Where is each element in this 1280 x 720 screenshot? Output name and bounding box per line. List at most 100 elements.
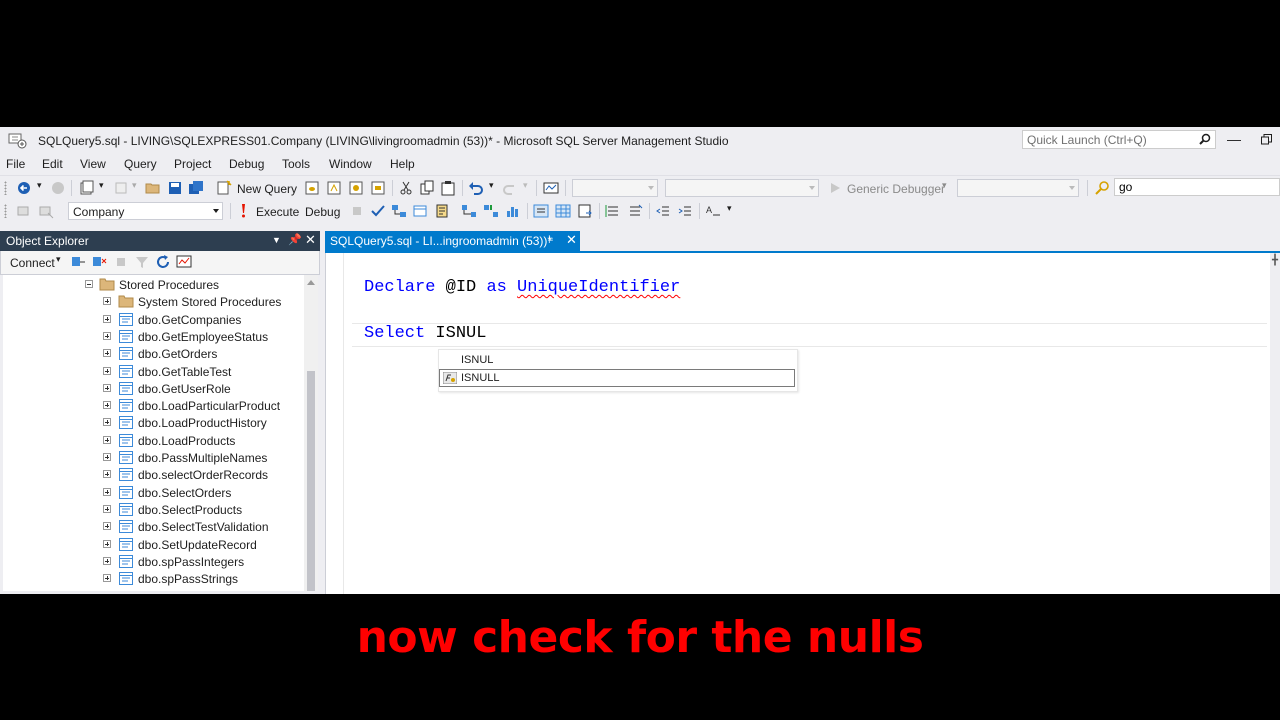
debugger-selector[interactable]: Generic Debugger [847, 182, 945, 196]
tree-node-procedure[interactable]: dbo.spPassIntegers [3, 553, 303, 570]
redo-dropdown-icon[interactable]: ▾ [523, 180, 528, 191]
cut-icon[interactable] [398, 180, 414, 196]
split-view-icon[interactable]: ╋ [1272, 255, 1278, 266]
collapse-icon[interactable] [85, 280, 93, 288]
expand-icon[interactable] [103, 556, 111, 565]
connect-explorer-icon[interactable] [70, 254, 86, 270]
code-line-1[interactable]: Declare @ID as UniqueIdentifier [364, 278, 680, 297]
parse-icon[interactable] [370, 203, 386, 219]
solution-config-dropdown[interactable] [572, 179, 658, 197]
new-project-icon[interactable] [79, 180, 95, 196]
include-actual-plan-icon[interactable] [461, 203, 477, 219]
expand-icon[interactable] [103, 418, 111, 427]
menu-view[interactable]: View [80, 157, 106, 171]
tree-node-procedure[interactable]: dbo.GetTableTest [3, 363, 303, 380]
results-to-file-icon[interactable] [577, 203, 593, 219]
restore-button[interactable] [1252, 129, 1280, 149]
expand-icon[interactable] [103, 297, 111, 305]
menu-tools[interactable]: Tools [282, 157, 310, 171]
close-icon[interactable]: ✕ [305, 232, 316, 248]
tree-node-procedure[interactable]: dbo.GetEmployeeStatus [3, 328, 303, 345]
expand-icon[interactable] [103, 504, 111, 513]
display-estimated-plan-icon[interactable] [391, 203, 407, 219]
debugger-dropdown-icon[interactable]: ▾ [942, 180, 947, 191]
add-item-dropdown-icon[interactable]: ▾ [132, 180, 137, 191]
menu-query[interactable]: Query [124, 157, 157, 171]
pin-icon[interactable]: 📌 [288, 233, 302, 246]
tree-node-procedure[interactable]: dbo.GetOrders [3, 345, 303, 362]
expand-icon[interactable] [103, 574, 111, 583]
expand-icon[interactable] [103, 314, 111, 323]
toolbar-grip[interactable] [4, 204, 7, 218]
tree-node-procedure[interactable]: dbo.SelectProducts [3, 501, 303, 518]
new-project-dropdown-icon[interactable]: ▾ [99, 180, 104, 191]
editor-scrollbar[interactable]: ╋ [1270, 253, 1280, 594]
query-designer-icon[interactable] [412, 203, 428, 219]
tree-node-stored-procedures[interactable]: Stored Procedures [3, 276, 303, 293]
pin-icon[interactable]: ⊧ [548, 233, 554, 246]
tree-node-procedure[interactable]: dbo.SelectTestValidation [3, 518, 303, 535]
expand-icon[interactable] [103, 383, 111, 392]
tree-node-procedure[interactable]: dbo.spPassStrings [3, 570, 303, 587]
forward-icon[interactable] [50, 180, 66, 196]
tree-node-procedure[interactable]: dbo.LoadParticularProduct [3, 397, 303, 414]
tree-node-procedure[interactable]: dbo.GetCompanies [3, 311, 303, 328]
open-file-icon[interactable] [145, 180, 161, 196]
sql-editor[interactable]: Declare @ID as UniqueIdentifier Select I… [325, 253, 1271, 594]
connect-button[interactable]: Connect [10, 256, 55, 270]
copy-icon[interactable] [419, 180, 435, 196]
comment-out-icon[interactable] [605, 203, 621, 219]
autocomplete-item-isnull[interactable]: ISNULL [439, 369, 795, 387]
filter-icon[interactable] [134, 254, 150, 270]
code-line-2[interactable]: Select ISNUL [364, 324, 486, 343]
paste-icon[interactable] [440, 180, 456, 196]
expand-icon[interactable] [103, 331, 111, 340]
tree-node-procedure[interactable]: dbo.LoadProducts [3, 432, 303, 449]
add-item-icon[interactable] [113, 180, 129, 196]
start-debugger-icon[interactable] [827, 180, 843, 196]
object-explorer-scrollbar[interactable] [304, 275, 318, 591]
increase-indent-icon[interactable] [677, 203, 693, 219]
new-query-button[interactable]: New Query [237, 182, 297, 196]
scroll-up-icon[interactable] [307, 279, 315, 285]
quick-launch-input[interactable] [1023, 131, 1201, 149]
debug-target-dropdown[interactable] [957, 179, 1079, 197]
results-to-grid-icon[interactable] [555, 203, 571, 219]
disconnect-icon[interactable] [91, 254, 107, 270]
expand-icon[interactable] [103, 366, 111, 375]
tree-node-procedure[interactable]: dbo.LoadProductHistory [3, 414, 303, 431]
stop-icon[interactable] [113, 254, 129, 270]
quick-launch-box[interactable] [1022, 130, 1216, 149]
toolbar-grip[interactable] [4, 181, 7, 195]
menu-project[interactable]: Project [174, 157, 211, 171]
new-query-icon[interactable] [216, 180, 232, 196]
available-databases-dropdown[interactable]: Company [68, 202, 223, 220]
expand-icon[interactable] [103, 487, 111, 496]
tree-node-procedure[interactable]: dbo.selectOrderRecords [3, 466, 303, 483]
intellisense-toggle-icon[interactable]: A [705, 203, 721, 219]
refresh-icon[interactable] [155, 254, 171, 270]
search-icon[interactable] [1199, 133, 1211, 145]
expand-icon[interactable] [103, 470, 111, 479]
tree-node-procedure[interactable]: dbo.SetUpdateRecord [3, 536, 303, 553]
menu-debug[interactable]: Debug [229, 157, 264, 171]
execute-button[interactable]: Execute [256, 205, 299, 219]
redo-icon[interactable] [502, 180, 518, 196]
client-statistics-icon[interactable] [505, 203, 521, 219]
scrollbar-thumb[interactable] [307, 371, 315, 591]
save-all-icon[interactable] [188, 180, 204, 196]
close-tab-icon[interactable]: ✕ [566, 232, 577, 248]
execute-icon[interactable] [235, 203, 251, 219]
expand-icon[interactable] [103, 539, 111, 548]
live-query-stats-icon[interactable] [483, 203, 499, 219]
find-input[interactable] [1115, 179, 1273, 195]
find-in-files-icon[interactable] [1094, 180, 1110, 196]
undo-icon[interactable] [468, 180, 484, 196]
expand-icon[interactable] [103, 401, 111, 410]
specify-template-values-icon[interactable] [434, 203, 450, 219]
expand-icon[interactable] [103, 453, 111, 461]
back-icon[interactable] [16, 180, 32, 196]
expand-icon[interactable] [103, 349, 111, 358]
xmla-query-icon[interactable] [370, 180, 386, 196]
connect-icon[interactable] [16, 203, 32, 219]
